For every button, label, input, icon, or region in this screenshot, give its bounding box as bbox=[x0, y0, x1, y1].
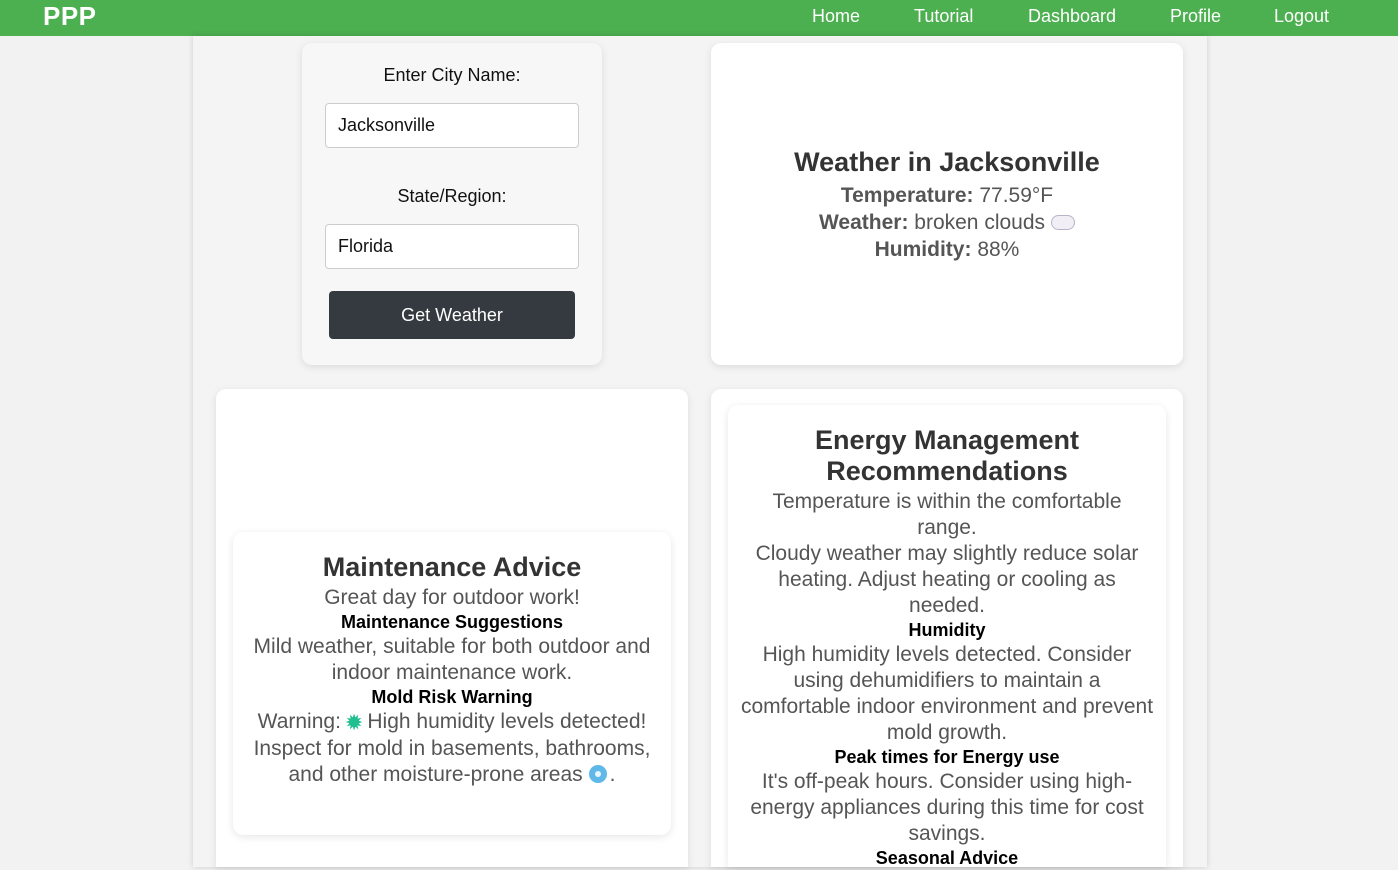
maintenance-advice-card: Maintenance Advice Great day for outdoor… bbox=[233, 532, 671, 835]
mold-risk-text: Warning: ✹ High humidity levels detected! … bbox=[251, 709, 653, 788]
mold-risk-heading: Mold Risk Warning bbox=[371, 687, 533, 707]
temperature-value: 77.59°F bbox=[979, 184, 1054, 207]
nav-link-tutorial[interactable]: Tutorial bbox=[914, 6, 973, 27]
maintenance-suggestions-heading: Maintenance Suggestions bbox=[340, 612, 564, 632]
weather-form-card: Enter City Name: State/Region: Get Weath… bbox=[302, 43, 602, 365]
mold-warning-suffix: . bbox=[609, 763, 616, 786]
energy-humidity-text: High humidity levels detected. Consider … bbox=[740, 643, 1154, 744]
state-label: State/Region: bbox=[397, 186, 507, 206]
energy-title: Energy Management Recommendations bbox=[814, 425, 1080, 486]
state-input[interactable] bbox=[325, 224, 579, 269]
nav-link-home[interactable]: Home bbox=[812, 6, 860, 27]
temperature-line: Temperature: 77.59°F bbox=[711, 182, 1183, 209]
cloud-icon bbox=[1051, 215, 1076, 230]
energy-recommendations-card: Energy Management Recommendations Temper… bbox=[728, 405, 1166, 868]
mold-icon: ✹ bbox=[344, 710, 364, 735]
maintenance-suggestions-text: Mild weather, suitable for both outdoor … bbox=[253, 635, 651, 684]
temperature-label: Temperature: bbox=[840, 184, 974, 207]
get-weather-button[interactable]: Get Weather bbox=[329, 291, 575, 339]
humidity-value: 88% bbox=[977, 238, 1020, 261]
energy-peak-heading: Peak times for Energy use bbox=[834, 747, 1060, 767]
humidity-line: Humidity: 88% bbox=[711, 236, 1183, 263]
energy-humidity-heading: Humidity bbox=[908, 620, 986, 640]
energy-cloud-text: Cloudy weather may slightly reduce solar… bbox=[755, 542, 1139, 617]
nav-link-logout[interactable]: Logout bbox=[1274, 6, 1329, 27]
energy-temperature-text: Temperature is within the comfortable ra… bbox=[772, 490, 1122, 539]
city-label: Enter City Name: bbox=[383, 65, 521, 85]
nav-link-dashboard[interactable]: Dashboard bbox=[1028, 6, 1116, 27]
water-drop-icon bbox=[588, 765, 607, 783]
condition-label: Weather: bbox=[818, 211, 909, 234]
top-navbar: PPP Home Tutorial Dashboard Profile Logo… bbox=[0, 0, 1398, 36]
energy-peak-text: It's off-peak hours. Consider using high… bbox=[750, 770, 1144, 845]
maintenance-title: Maintenance Advice bbox=[322, 552, 582, 582]
weather-title: Weather in Jacksonville bbox=[794, 147, 1100, 177]
nav-link-profile[interactable]: Profile bbox=[1170, 6, 1221, 27]
humidity-label: Humidity: bbox=[874, 238, 972, 261]
city-input[interactable] bbox=[325, 103, 579, 148]
brand-logo[interactable]: PPP bbox=[43, 1, 97, 32]
condition-value: broken clouds bbox=[914, 211, 1046, 234]
maintenance-summary: Great day for outdoor work! bbox=[324, 586, 580, 609]
condition-line: Weather: broken clouds bbox=[711, 209, 1183, 236]
weather-result-card: Weather in Jacksonville Temperature: 77.… bbox=[711, 43, 1183, 365]
mold-warning-prefix: Warning: bbox=[257, 710, 341, 733]
